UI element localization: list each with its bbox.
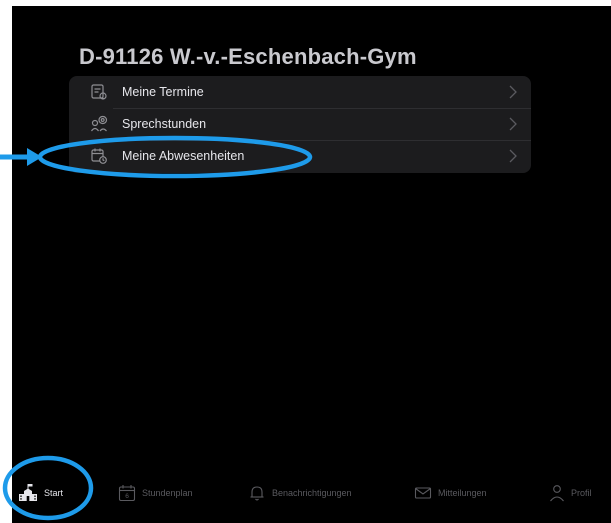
tab-label: Start	[44, 488, 64, 498]
tab-profil[interactable]: Profil	[549, 482, 592, 504]
tab-stundenplan[interactable]: 6 Stundenplan	[118, 482, 193, 504]
school-title: D-91126 W.-v.-Eschenbach-Gym	[79, 44, 417, 69]
menu-item-meine-termine[interactable]: Meine Termine	[69, 76, 531, 108]
chevron-right-icon	[509, 117, 517, 131]
bell-icon	[248, 484, 266, 502]
people-speech-icon	[89, 114, 109, 134]
tab-benachrichtigungen[interactable]: Benachrichtigungen	[248, 482, 352, 504]
menu-item-label: Meine Abwesenheiten	[122, 149, 245, 163]
calendar-clock-icon	[89, 146, 109, 166]
menu-item-sprechstunden[interactable]: Sprechstunden	[69, 108, 531, 140]
calendar-icon: 6	[118, 484, 136, 502]
tab-label: Benachrichtigungen	[272, 488, 352, 498]
tab-label: Profil	[571, 488, 592, 498]
tab-mitteilungen[interactable]: Mitteilungen	[414, 482, 487, 504]
chevron-right-icon	[509, 149, 517, 163]
person-icon	[549, 484, 565, 502]
start-menu-list: Meine Termine Sprechstunden Meine Abwese…	[69, 76, 531, 173]
calendar-doc-icon	[89, 82, 109, 102]
menu-item-meine-abwesenheiten[interactable]: Meine Abwesenheiten	[69, 140, 531, 172]
menu-item-label: Meine Termine	[122, 85, 204, 99]
app-screen: D-91126 W.-v.-Eschenbach-Gym Meine Termi…	[12, 6, 611, 523]
menu-item-label: Sprechstunden	[122, 117, 207, 131]
svg-text:6: 6	[125, 493, 129, 500]
tab-label: Stundenplan	[142, 488, 193, 498]
envelope-icon	[414, 484, 432, 502]
tab-start[interactable]: Start	[18, 482, 63, 504]
tab-label: Mitteilungen	[438, 488, 487, 498]
school-icon	[18, 483, 38, 503]
chevron-right-icon	[509, 85, 517, 99]
tab-bar: Start 6 Stundenplan Benachrichtigungen M…	[12, 472, 611, 512]
